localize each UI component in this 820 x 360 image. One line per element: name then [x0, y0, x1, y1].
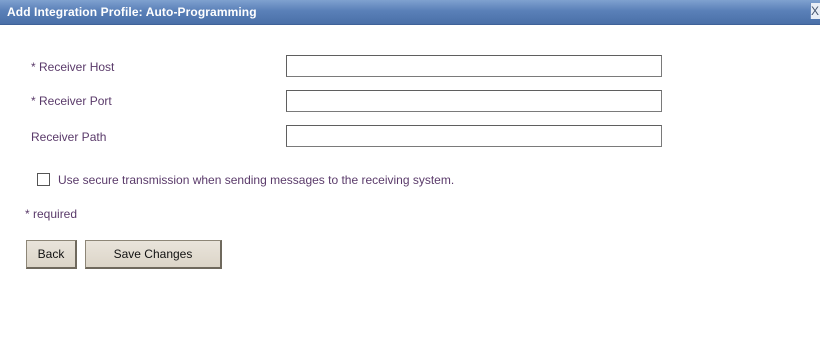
- secure-transmission-label[interactable]: Use secure transmission when sending mes…: [58, 173, 454, 187]
- receiver-port-input[interactable]: [286, 90, 662, 112]
- receiver-path-input[interactable]: [286, 125, 662, 147]
- receiver-host-input[interactable]: [286, 55, 662, 77]
- receiver-port-label: * Receiver Port: [31, 94, 112, 108]
- secure-transmission-checkbox[interactable]: [37, 173, 50, 186]
- close-icon[interactable]: X: [810, 3, 820, 19]
- integration-profile-dialog: Add Integration Profile: Auto-Programmin…: [0, 0, 820, 360]
- save-changes-button[interactable]: Save Changes: [85, 240, 222, 269]
- required-note: * required: [25, 207, 78, 221]
- back-button[interactable]: Back: [26, 240, 77, 269]
- receiver-host-label: * Receiver Host: [31, 60, 115, 74]
- dialog-titlebar: Add Integration Profile: Auto-Programmin…: [0, 0, 820, 25]
- dialog-title: Add Integration Profile: Auto-Programmin…: [7, 5, 257, 19]
- receiver-path-label: Receiver Path: [31, 130, 107, 144]
